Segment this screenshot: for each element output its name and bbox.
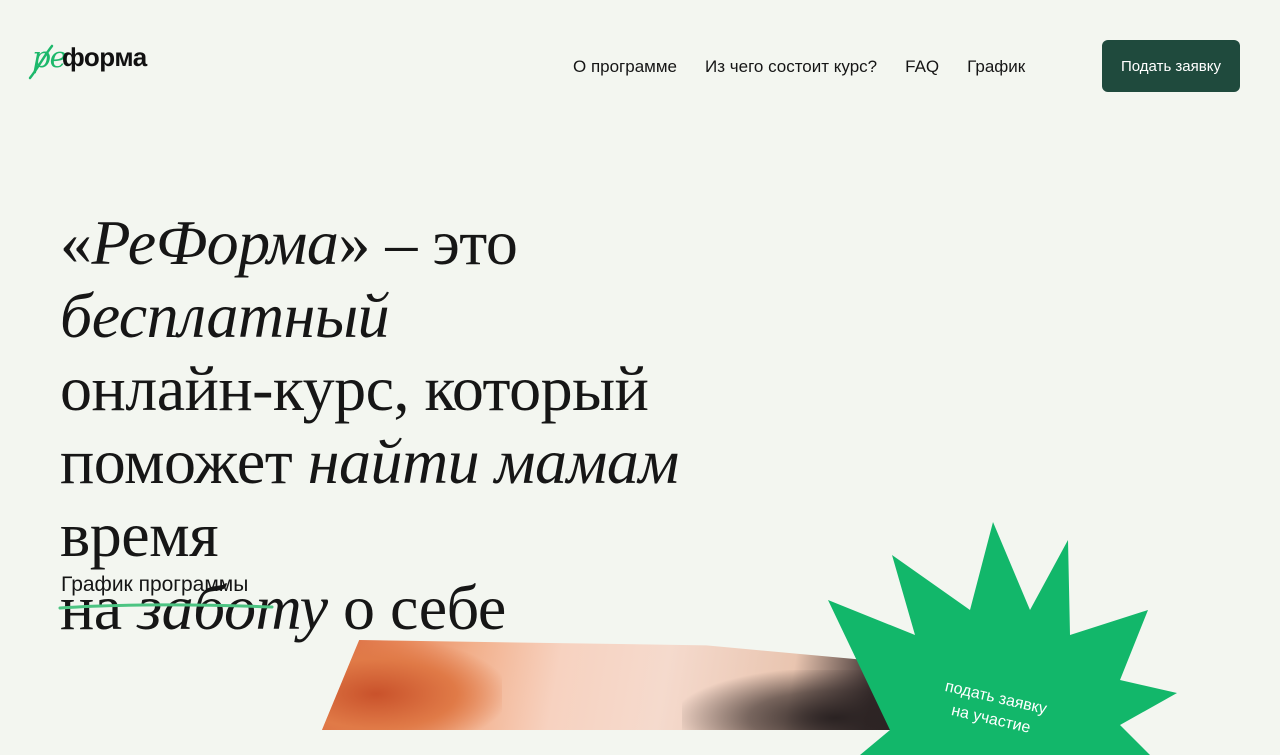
nav-item-about[interactable]: О программе: [573, 57, 677, 77]
apply-button[interactable]: Подать заявку: [1102, 40, 1240, 92]
hero-text-brand: РеФорма: [91, 207, 339, 278]
hero-text: время: [60, 499, 219, 570]
nav-item-schedule[interactable]: График: [967, 57, 1025, 77]
brand-logo[interactable]: ре форма: [28, 38, 158, 82]
brush-underline-icon: [58, 603, 274, 610]
main-nav: О программе Из чего состоит курс? FAQ Гр…: [573, 57, 1025, 77]
logo-forma-text: форма: [62, 42, 147, 72]
nav-item-faq[interactable]: FAQ: [905, 57, 939, 77]
hero-text-emphasis: найти мамам: [307, 426, 680, 497]
hero-text: поможет: [60, 426, 308, 497]
nav-item-course-content[interactable]: Из чего состоит курс?: [705, 57, 877, 77]
schedule-link[interactable]: График программы: [61, 573, 248, 597]
logo-re-text: ре: [32, 40, 67, 74]
hero-text: » – это: [338, 207, 518, 278]
hero-text: о себе: [327, 572, 506, 643]
photo-hair-area: [322, 640, 502, 730]
hero-text: онлайн-курс, который: [60, 353, 649, 424]
hero-text-emphasis: бесплатный: [60, 280, 390, 351]
hero-text: «: [60, 207, 92, 278]
